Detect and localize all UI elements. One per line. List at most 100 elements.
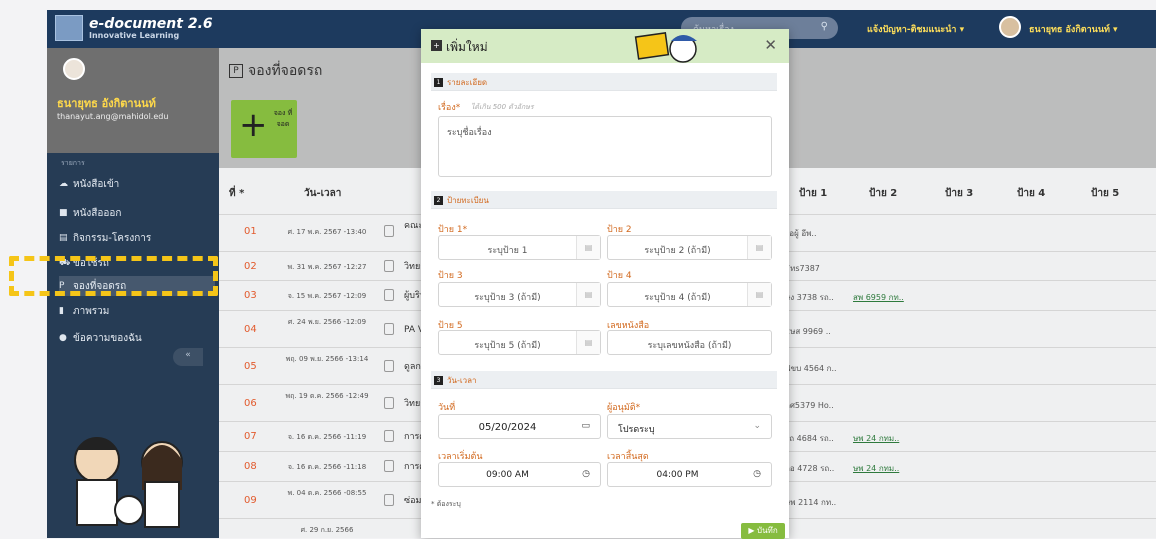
- document-icon: ▤: [576, 331, 600, 354]
- add-icon: +: [431, 40, 442, 51]
- document-icon[interactable]: [384, 460, 394, 472]
- approver-label-text: ผู้อนุมัติ: [607, 403, 636, 413]
- col-header-plate4[interactable]: ป้าย 4: [1017, 186, 1045, 201]
- cloud-icon: ☁: [59, 179, 68, 189]
- profile-name: ธนายุทธ อังกิตานนท์: [57, 97, 156, 110]
- page-title: P จองที่จอดรถ: [229, 60, 322, 82]
- calendar-icon[interactable]: ▭: [581, 421, 590, 431]
- row-date: จ. 16 ต.ค. 2566 -11:18: [287, 463, 367, 471]
- end-time-label: เวลาสิ้นสุด: [607, 452, 649, 462]
- row-plate1: ษพ 2114 กท..: [785, 498, 837, 507]
- row-date: พฤ. 19 ต.ค. 2566 -12:49: [285, 392, 369, 400]
- logo-title: e-document 2.6: [89, 15, 213, 32]
- search-icon[interactable]: ⚲: [821, 21, 828, 32]
- col-header-plate1[interactable]: ป้าย 1: [799, 186, 827, 201]
- section-title: ป้ายทะเบียน: [447, 196, 489, 205]
- date-label: วันที่: [438, 403, 456, 413]
- profile-avatar: [63, 58, 85, 80]
- plate3-label: ป้าย 3: [438, 271, 463, 281]
- row-plate1: 7ทs7387: [785, 264, 820, 273]
- sidebar-item-label: หนังสือเข้า: [73, 178, 120, 190]
- required-mark: *: [635, 403, 641, 413]
- row-plate1: 2ษส 9969 ..: [785, 327, 831, 336]
- sidebar-item-outbox[interactable]: ■ หนังสือออก: [59, 203, 215, 223]
- user-menu[interactable]: ธนายุทธ อังกิตานนท์ ▾: [1029, 22, 1118, 36]
- plate3-input[interactable]: ระบุป้าย 3 (ถ้ามี) ▤: [438, 282, 601, 307]
- report-menu[interactable]: แจ้งปัญหา-ติชมแนะนำ ▾: [867, 22, 964, 36]
- plate2-input[interactable]: ระบุป้าย 2 (ถ้ามี) ▤: [607, 235, 772, 260]
- approver-select[interactable]: โปรดระบุ ⌄: [607, 414, 772, 439]
- row-number: 09: [244, 495, 257, 506]
- plate4-input[interactable]: ระบุป้าย 4 (ถ้ามี) ▤: [607, 282, 772, 307]
- col-header-plate3[interactable]: ป้าย 3: [945, 186, 973, 201]
- docno-placeholder: ระบุเลขหนังสือ (ถ้ามี): [647, 341, 732, 351]
- close-icon[interactable]: ✕: [764, 36, 777, 54]
- date-input[interactable]: 05/20/2024 ▭: [438, 414, 601, 439]
- start-time-input[interactable]: 09:00 AM ◷: [438, 462, 601, 487]
- end-time-value: 04:00 PM: [656, 470, 699, 480]
- required-mark: *: [455, 103, 461, 113]
- mascot-illustration: [634, 32, 697, 63]
- subject-textarea[interactable]: ระบุชื่อเรื่อง: [438, 116, 772, 177]
- avatar[interactable]: [999, 16, 1021, 38]
- document-icon: ▤: [576, 236, 600, 259]
- col-header-no[interactable]: ที่ *: [229, 186, 244, 201]
- col-header-plate2[interactable]: ป้าย 2: [869, 186, 897, 201]
- document-icon[interactable]: [384, 430, 394, 442]
- document-icon[interactable]: [384, 494, 394, 506]
- clock-icon[interactable]: ◷: [582, 469, 590, 479]
- section-title: วัน-เวลา: [447, 376, 477, 385]
- sidebar-item-label: กิจกรรม-โครงการ: [73, 232, 152, 244]
- document-icon[interactable]: [384, 289, 394, 301]
- plate5-input[interactable]: ระบุป้าย 5 (ถ้ามี) ▤: [438, 330, 601, 355]
- sidebar-item-activities[interactable]: ▤ กิจกรรม-โครงการ: [59, 228, 215, 248]
- row-plate2[interactable]: สพ 6959 กท..: [853, 291, 904, 304]
- row-plate1: กอ 4728 รถ..: [785, 464, 835, 473]
- row-plate2[interactable]: ษพ 24 กทม..: [853, 462, 899, 475]
- end-time-input[interactable]: 04:00 PM ◷: [607, 462, 772, 487]
- approver-value: โปรดระบุ: [618, 425, 655, 435]
- plate1-label-text: ป้าย 1: [438, 225, 463, 235]
- document-icon[interactable]: [384, 225, 394, 237]
- profile-card: ธนายุทธ อังกิตานนท์ thanayut.ang@mahidol…: [47, 48, 219, 153]
- date-value: 05/20/2024: [478, 422, 537, 433]
- logo-icon: [55, 15, 83, 41]
- save-button[interactable]: ▶ บันทึก: [741, 523, 785, 539]
- modal-header: + เพิ่มใหม่ ✕: [421, 29, 789, 63]
- document-icon[interactable]: [384, 323, 394, 335]
- row-number: 01: [244, 226, 257, 237]
- logo[interactable]: e-document 2.6 Innovative Learning: [55, 15, 213, 41]
- row-date: พ. 04 ต.ค. 2566 -08:55: [287, 489, 367, 497]
- profile-email: thanayut.ang@mahidol.edu: [57, 112, 169, 121]
- subject-placeholder: ระบุชื่อเรื่อง: [447, 128, 492, 138]
- section-title: รายละเอียด: [447, 78, 488, 87]
- document-icon: ▤: [747, 283, 771, 306]
- section-details: 1 รายละเอียด: [431, 73, 777, 91]
- sidebar-item-label: หนังสือออก: [73, 207, 122, 219]
- subject-label-text: เรื่อง: [438, 103, 456, 113]
- row-date: ศ. 24 พ.ย. 2566 -12:09: [287, 318, 367, 326]
- docno-input[interactable]: ระบุเลขหนังสือ (ถ้ามี): [607, 330, 772, 355]
- add-booking-button[interactable]: + จอง ที่ จอด: [231, 100, 297, 158]
- document-icon[interactable]: [384, 360, 394, 372]
- sidebar-collapse-button[interactable]: «: [173, 348, 203, 366]
- row-date: จ. 16 ต.ค. 2566 -11:19: [287, 433, 367, 441]
- sidebar-item-overview[interactable]: ▮ ภาพรวม: [59, 301, 215, 321]
- clock-icon[interactable]: ◷: [753, 469, 761, 479]
- row-number: 05: [244, 361, 257, 372]
- document-icon[interactable]: [384, 260, 394, 272]
- document-icon[interactable]: [384, 397, 394, 409]
- col-header-date[interactable]: วัน-เวลา: [304, 186, 341, 201]
- subject-label: เรื่อง*: [438, 100, 460, 114]
- sidebar-item-messages[interactable]: ● ข้อความของฉัน: [59, 328, 215, 348]
- col-header-plate5[interactable]: ป้าย 5: [1091, 186, 1119, 201]
- plate1-placeholder: ระบุป้าย 1: [487, 246, 528, 256]
- plate1-input[interactable]: ระบุป้าย 1 ▤: [438, 235, 601, 260]
- chart-icon: ▮: [59, 306, 64, 316]
- row-plate1: รอผู้ อีพ..: [785, 229, 817, 238]
- focus-highlight: [9, 256, 218, 296]
- sidebar-item-inbox[interactable]: ☁ หนังสือเข้า: [59, 174, 215, 194]
- menu-heading: รายการ: [61, 159, 85, 167]
- row-plate2[interactable]: ษพ 24 กทม..: [853, 432, 899, 445]
- sidebar-item-label: ข้อความของฉัน: [73, 332, 142, 344]
